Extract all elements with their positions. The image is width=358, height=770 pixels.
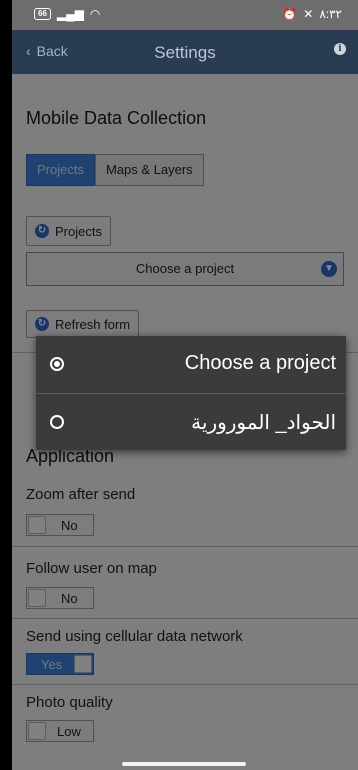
phone-screen: 66 ▂▄▆ ◠ ⏰ ✕ ٨:٣٢ ‹ Back Settings i Mobi… xyxy=(12,0,358,770)
page-title: Settings xyxy=(154,43,216,62)
radio-unselected-icon xyxy=(50,415,64,429)
status-right: ⏰ ✕ ٨:٣٢ xyxy=(282,7,342,21)
radio-selected-icon xyxy=(50,357,64,371)
dialog-option-project[interactable]: الحواد_ المورورية xyxy=(36,394,346,451)
signal-icon: ▂▄▆ xyxy=(56,7,84,21)
mute-icon: ✕ xyxy=(303,7,314,21)
option-label: الحواد_ المورورية xyxy=(191,412,336,434)
option-label: Choose a project xyxy=(184,352,336,374)
status-left: 66 ▂▄▆ ◠ xyxy=(34,7,100,21)
wifi-icon: ◠ xyxy=(89,7,101,21)
alarm-icon: ⏰ xyxy=(282,7,298,21)
project-picker-dialog: Choose a project الحواد_ المورورية xyxy=(36,336,346,450)
home-indicator[interactable] xyxy=(122,762,246,766)
dialog-option-choose-project[interactable]: Choose a project xyxy=(36,336,346,393)
status-time: ٨:٣٢ xyxy=(319,7,342,21)
battery-icon: 66 xyxy=(34,8,51,20)
nav-bar: ‹ Back Settings i xyxy=(12,30,358,74)
info-icon[interactable]: i xyxy=(334,43,346,55)
status-bar: 66 ▂▄▆ ◠ ⏰ ✕ ٨:٣٢ xyxy=(12,0,358,30)
